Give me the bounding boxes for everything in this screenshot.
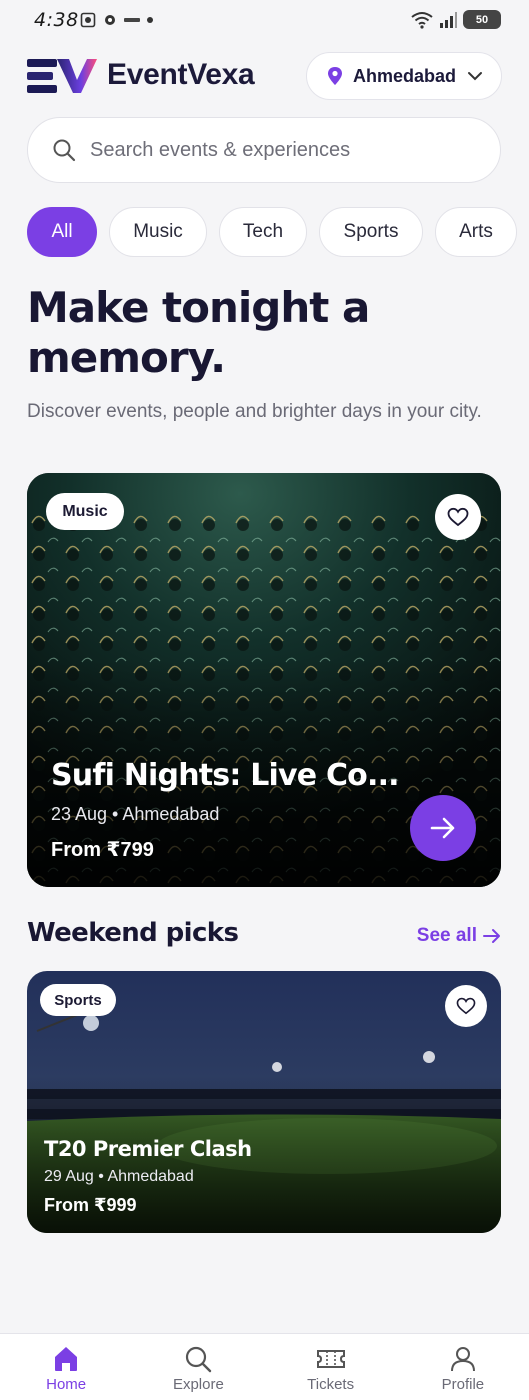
status-system-icons: 50 [411,10,501,29]
chevron-down-icon [468,72,482,81]
category-chips: All Music Tech Sports Arts [27,207,529,257]
nav-label-profile: Profile [441,1376,485,1393]
heart-icon [447,507,469,527]
see-all-link[interactable]: See all [417,925,501,947]
weekend-event-price: From ₹999 [44,1195,137,1215]
search-icon [53,139,76,162]
hero-headline: Make tonight a memory. [27,283,497,383]
wifi-icon [411,11,433,29]
chip-tech[interactable]: Tech [219,207,307,257]
chip-all[interactable]: All [27,207,97,257]
nav-label-home: Home [46,1376,87,1393]
arrow-right-icon [483,929,500,943]
bottom-navigation: Home Explore Tickets Profile [0,1333,529,1400]
weekend-event-title: T20 Premier Clash [44,1137,252,1161]
battery-icon: 50 [463,10,501,29]
settings-icon [105,15,115,25]
location-label: Ahmedabad [353,65,457,86]
brand-name: EventVexa [107,58,255,91]
weekend-category-tag: Sports [40,984,116,1016]
status-bar: 4:38 50 [0,0,529,42]
featured-event-price: From ₹799 [51,839,154,861]
search-icon [186,1346,212,1373]
battery-level: 50 [475,13,489,26]
location-selector[interactable]: Ahmedabad [306,52,502,100]
nav-item-home[interactable]: Home [0,1334,132,1400]
nav-item-tickets[interactable]: Tickets [265,1334,397,1400]
chip-sports[interactable]: Sports [319,207,423,257]
weekend-event-card[interactable]: Sports T20 Premier Clash 29 Aug • Ahmeda… [27,971,501,1233]
nav-label-tickets: Tickets [307,1376,355,1393]
hero-headline-line2: memory. [27,333,226,382]
eventvexa-logo-icon [27,59,97,93]
dot-icon [147,17,153,23]
featured-open-button[interactable] [410,795,476,861]
nav-item-explore[interactable]: Explore [132,1334,264,1400]
search-bar[interactable] [27,117,501,183]
profile-icon [450,1347,475,1372]
featured-event-card[interactable]: Music Sufi Nights: Live Co... 23 Aug • A… [27,473,501,887]
hero-headline-line1: Make tonight a [27,283,370,332]
see-all-label: See all [416,925,477,946]
status-time: 4:38 [34,9,79,31]
featured-event-title: Sufi Nights: Live Co... [51,758,400,793]
featured-favorite-button[interactable] [435,494,481,540]
chip-music[interactable]: Music [109,207,207,257]
app-header: EventVexa Ahmedabad [27,52,502,100]
arrow-right-icon [430,817,455,839]
hero-subhead: Discover events, people and brighter day… [27,401,482,422]
featured-category-tag: Music [46,493,124,530]
search-input[interactable] [90,138,470,162]
nav-label-explore: Explore [172,1376,224,1393]
ticket-icon [316,1350,345,1368]
signal-icon [440,11,457,28]
location-pin-icon [328,67,342,85]
home-icon [55,1347,78,1371]
section-title-weekend-picks: Weekend picks [27,918,239,948]
app-notification-icon [124,18,140,22]
heart-icon [456,997,476,1015]
chip-arts[interactable]: Arts [435,207,517,257]
screenshot-icon [80,12,96,28]
weekend-favorite-button[interactable] [445,985,487,1027]
featured-event-meta: 23 Aug • Ahmedabad [51,804,220,824]
status-notification-icons [80,12,154,28]
nav-item-profile[interactable]: Profile [397,1334,529,1400]
weekend-event-meta: 29 Aug • Ahmedabad [44,1168,194,1185]
